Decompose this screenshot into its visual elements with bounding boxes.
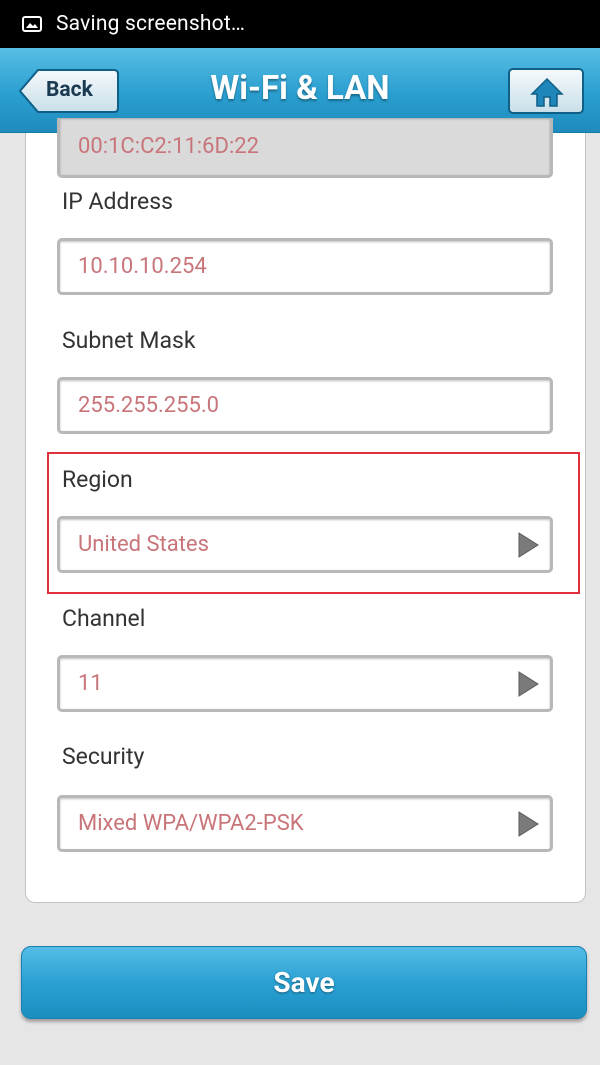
channel-select[interactable]: 11 [57, 655, 553, 712]
security-value: Mixed WPA/WPA2-PSK [78, 811, 304, 836]
region-label: Region [62, 466, 133, 493]
channel-value: 11 [78, 671, 103, 696]
security-label: Security [62, 743, 145, 770]
mac-address-field: 00:1C:C2:11:6D:22 [57, 118, 553, 178]
status-bar: Saving screenshot… [0, 0, 600, 48]
save-button[interactable]: Save [21, 946, 587, 1019]
save-label: Save [273, 966, 335, 999]
region-select[interactable]: United States [57, 516, 553, 573]
ip-address-input[interactable]: 10.10.10.254 [57, 238, 553, 295]
security-select[interactable]: Mixed WPA/WPA2-PSK [57, 795, 553, 852]
channel-label: Channel [62, 605, 146, 632]
screenshot-icon [22, 16, 42, 32]
mac-address-value: 00:1C:C2:11:6D:22 [78, 134, 259, 159]
chevron-right-icon [518, 811, 539, 837]
home-button[interactable] [508, 68, 584, 114]
subnet-mask-label: Subnet Mask [62, 327, 196, 354]
subnet-mask-value: 255.255.255.0 [78, 393, 220, 418]
subnet-mask-input[interactable]: 255.255.255.0 [57, 377, 553, 434]
region-value: United States [78, 532, 209, 557]
home-icon [530, 77, 564, 107]
ip-address-value: 10.10.10.254 [78, 254, 207, 279]
ip-address-label: IP Address [62, 188, 173, 215]
chevron-right-icon [518, 532, 539, 558]
status-text: Saving screenshot… [56, 12, 246, 36]
chevron-right-icon [518, 671, 539, 697]
